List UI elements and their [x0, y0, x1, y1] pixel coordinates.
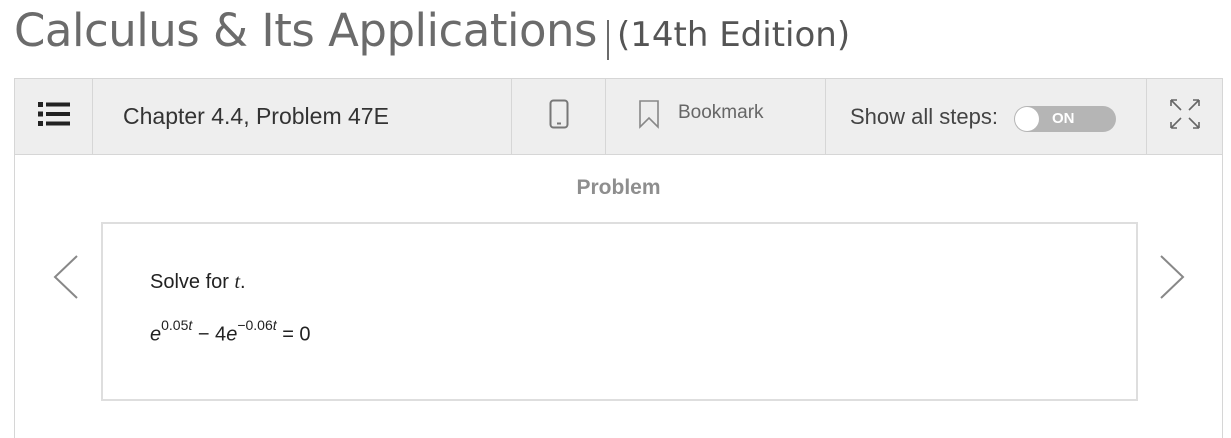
toggle-state: ON	[1051, 109, 1075, 127]
expand-icon	[1169, 98, 1201, 135]
viewer-toolbar: Chapter 4.4, Problem 47E Bookmark Show a…	[15, 78, 1222, 155]
toggle-knob	[1014, 106, 1039, 131]
problem-heading: Problem	[576, 176, 661, 199]
show-steps-toggle[interactable]: ON	[1013, 105, 1116, 132]
book-edition: (14th Edition)	[616, 15, 851, 55]
instruction-suffix: .	[240, 271, 246, 293]
list-icon	[37, 101, 70, 132]
equation-rhs: = 0	[276, 323, 311, 346]
menu-button[interactable]	[15, 79, 93, 154]
expand-button[interactable]	[1147, 79, 1222, 154]
chevron-left-icon	[51, 255, 81, 304]
previous-problem-button[interactable]	[51, 254, 81, 300]
exponent-2-number: −0.06	[237, 317, 273, 333]
equation-middle: − 4	[192, 323, 227, 346]
equation-exponent-2: −0.06t	[237, 317, 276, 333]
chevron-right-icon	[1157, 255, 1187, 304]
bookmark-icon	[638, 99, 660, 135]
instruction-prefix: Solve for	[150, 271, 235, 293]
mobile-view-button[interactable]	[512, 79, 606, 154]
exponent-1-number: 0.05	[161, 317, 189, 333]
problem-instruction: Solve for t.	[150, 271, 246, 294]
problem-equation: e0.05t − 4e−0.06t = 0	[150, 317, 311, 347]
show-steps-control: Show all steps: ON	[826, 79, 1147, 154]
show-steps-label: Show all steps:	[850, 103, 998, 129]
next-problem-button[interactable]	[1157, 254, 1187, 300]
equation-base-1: e	[150, 323, 162, 346]
equation-base-2: e	[226, 323, 238, 346]
book-name: Calculus & Its Applications	[14, 4, 597, 57]
equation-exponent-1: 0.05t	[161, 317, 192, 333]
phone-icon	[549, 99, 569, 134]
solution-viewer: Chapter 4.4, Problem 47E Bookmark Show a…	[14, 78, 1223, 438]
exponent-1-variable: t	[188, 317, 193, 333]
problem-card: Solve for t. e0.05t − 4e−0.06t = 0	[101, 222, 1138, 401]
bookmark-button[interactable]: Bookmark	[606, 79, 826, 154]
bookmark-label: Bookmark	[678, 101, 764, 123]
book-title: Calculus & Its Applications (14th Editio…	[14, 4, 850, 68]
chapter-selector[interactable]: Chapter 4.4, Problem 47E	[93, 79, 512, 154]
exponent-2-variable: t	[272, 317, 277, 333]
title-separator	[606, 20, 609, 60]
chapter-label: Chapter 4.4, Problem 47E	[123, 103, 389, 129]
